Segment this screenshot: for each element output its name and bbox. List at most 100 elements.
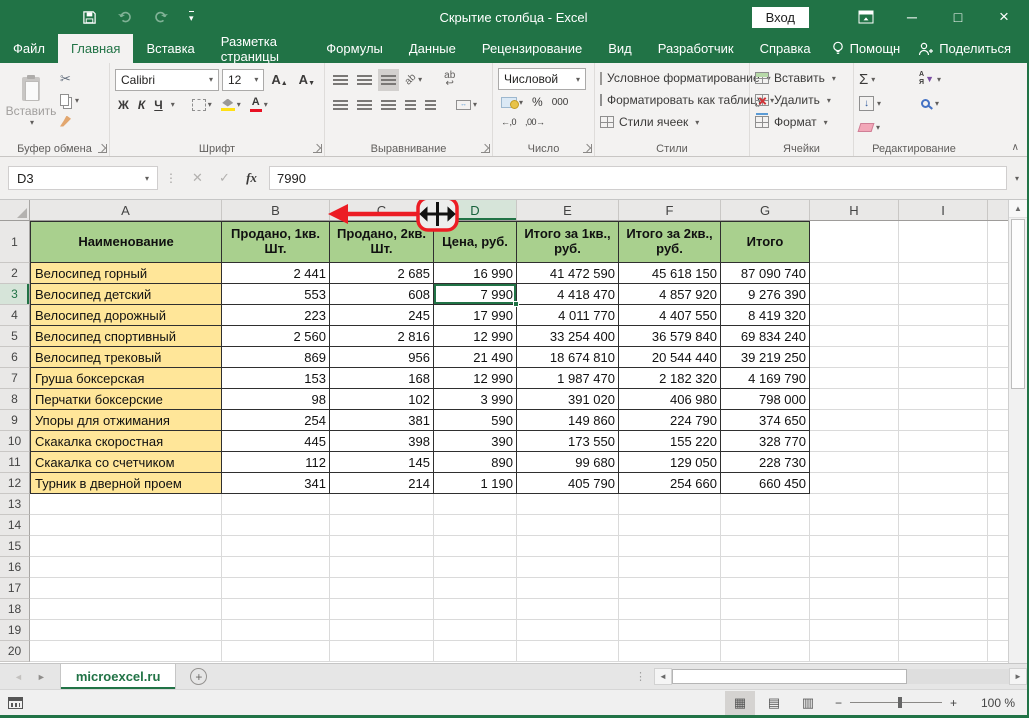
delete-cells-button[interactable]: Удалить▾ [755, 89, 848, 111]
cell-E10[interactable]: 173 550 [517, 431, 619, 452]
scroll-up-icon[interactable]: ▲ [1009, 200, 1027, 218]
cell-G12[interactable]: 660 450 [721, 473, 810, 494]
cell-C12[interactable]: 214 [330, 473, 434, 494]
cell-G2[interactable]: 87 090 740 [721, 263, 810, 284]
underline-button[interactable]: Ч [151, 94, 165, 116]
insert-cells-button[interactable]: Вставить▾ [755, 67, 848, 89]
cell-C18[interactable] [330, 599, 434, 620]
maximize-button[interactable]: □ [935, 0, 981, 34]
cell-G17[interactable] [721, 578, 810, 599]
cell-I5[interactable] [899, 326, 988, 347]
format-painter-button[interactable] [57, 111, 82, 131]
cell-C7[interactable]: 168 [330, 368, 434, 389]
sheet-nav-right-icon[interactable]: ► [37, 672, 46, 682]
cell-F11[interactable]: 129 050 [619, 452, 721, 473]
cell-E6[interactable]: 18 674 810 [517, 347, 619, 368]
cell-I15[interactable] [899, 536, 988, 557]
increase-indent-button[interactable] [422, 94, 439, 116]
cell-G9[interactable]: 374 650 [721, 410, 810, 431]
cell-I18[interactable] [899, 599, 988, 620]
cell-A10[interactable]: Скакалка скоростная [30, 431, 222, 452]
cell-F6[interactable]: 20 544 440 [619, 347, 721, 368]
row-header-11[interactable]: 11 [0, 452, 30, 473]
cell-B13[interactable] [222, 494, 330, 515]
cell-C16[interactable] [330, 557, 434, 578]
tab-Вставка[interactable]: Вставка [133, 34, 207, 63]
cell-H16[interactable] [810, 557, 899, 578]
cell-D16[interactable] [434, 557, 517, 578]
column-header-partial[interactable] [988, 200, 1008, 220]
cell-I6[interactable] [899, 347, 988, 368]
share-tab[interactable]: Поделиться [910, 41, 1019, 56]
cell-H10[interactable] [810, 431, 899, 452]
cell-x20[interactable] [988, 641, 1008, 662]
decrease-decimal-button[interactable]: ,00→ [522, 117, 548, 127]
cell-I10[interactable] [899, 431, 988, 452]
cell-C9[interactable]: 381 [330, 410, 434, 431]
name-box[interactable]: D3 ▾ [8, 166, 158, 190]
row-header-6[interactable]: 6 [0, 347, 30, 368]
find-select-button[interactable]: ▾ [919, 97, 969, 110]
cell-E15[interactable] [517, 536, 619, 557]
cell-G18[interactable] [721, 599, 810, 620]
clipboard-dialog-launcher-icon[interactable] [98, 144, 107, 153]
row-header-13[interactable]: 13 [0, 494, 30, 515]
cell-A19[interactable] [30, 620, 222, 641]
cell-I14[interactable] [899, 515, 988, 536]
cell-A8[interactable]: Перчатки боксерские [30, 389, 222, 410]
increase-font-size-button[interactable]: A▲ [267, 72, 291, 87]
cell-x7[interactable] [988, 368, 1008, 389]
tab-Разработчик[interactable]: Разработчик [645, 34, 747, 63]
cell-E2[interactable]: 41 472 590 [517, 263, 619, 284]
cell-I9[interactable] [899, 410, 988, 431]
cell-B4[interactable]: 223 [222, 305, 330, 326]
cell-A7[interactable]: Груша боксерская [30, 368, 222, 389]
cell-G13[interactable] [721, 494, 810, 515]
tab-Данные[interactable]: Данные [396, 34, 469, 63]
assistant-tab[interactable]: Помощн [824, 41, 909, 56]
cell-I4[interactable] [899, 305, 988, 326]
align-right-button[interactable] [378, 94, 399, 116]
cell-D4[interactable]: 17 990 [434, 305, 517, 326]
cell-D18[interactable] [434, 599, 517, 620]
cell-I19[interactable] [899, 620, 988, 641]
cell-D1[interactable]: Цена, руб. [434, 221, 517, 263]
cell-C15[interactable] [330, 536, 434, 557]
merge-center-button[interactable]: ↔▾ [453, 94, 480, 116]
row-header-10[interactable]: 10 [0, 431, 30, 452]
cell-B20[interactable] [222, 641, 330, 662]
zoom-level[interactable]: 100 % [969, 696, 1015, 710]
decrease-indent-button[interactable] [402, 94, 419, 116]
cell-D8[interactable]: 3 990 [434, 389, 517, 410]
cell-G15[interactable] [721, 536, 810, 557]
row-header-9[interactable]: 9 [0, 410, 30, 431]
fill-button[interactable]: ↓▾ [859, 96, 909, 111]
cell-H12[interactable] [810, 473, 899, 494]
cell-I3[interactable] [899, 284, 988, 305]
cell-C10[interactable]: 398 [330, 431, 434, 452]
cell-C17[interactable] [330, 578, 434, 599]
font-size-combo[interactable]: 12▾ [222, 69, 264, 91]
cell-G4[interactable]: 8 419 320 [721, 305, 810, 326]
align-top-button[interactable] [330, 69, 351, 91]
column-header-C[interactable]: C [330, 200, 434, 220]
grid[interactable]: ABCDEFGHI1НаименованиеПродано, 1кв. Шт.П… [0, 200, 1008, 663]
cell-C20[interactable] [330, 641, 434, 662]
cell-C14[interactable] [330, 515, 434, 536]
cell-D14[interactable] [434, 515, 517, 536]
format-as-table-button[interactable]: Форматировать как таблицу▾ [600, 89, 744, 111]
cell-A13[interactable] [30, 494, 222, 515]
cell-F2[interactable]: 45 618 150 [619, 263, 721, 284]
cell-G1[interactable]: Итого [721, 221, 810, 263]
cell-B3[interactable]: 553 [222, 284, 330, 305]
cell-H17[interactable] [810, 578, 899, 599]
cell-D2[interactable]: 16 990 [434, 263, 517, 284]
cell-E20[interactable] [517, 641, 619, 662]
tab-Справка[interactable]: Справка [747, 34, 824, 63]
cell-D10[interactable]: 390 [434, 431, 517, 452]
italic-button[interactable]: К [135, 94, 148, 116]
cell-C6[interactable]: 956 [330, 347, 434, 368]
cell-F8[interactable]: 406 980 [619, 389, 721, 410]
font-family-combo[interactable]: Calibri▾ [115, 69, 219, 91]
page-layout-view-button[interactable]: ▤ [759, 691, 789, 715]
